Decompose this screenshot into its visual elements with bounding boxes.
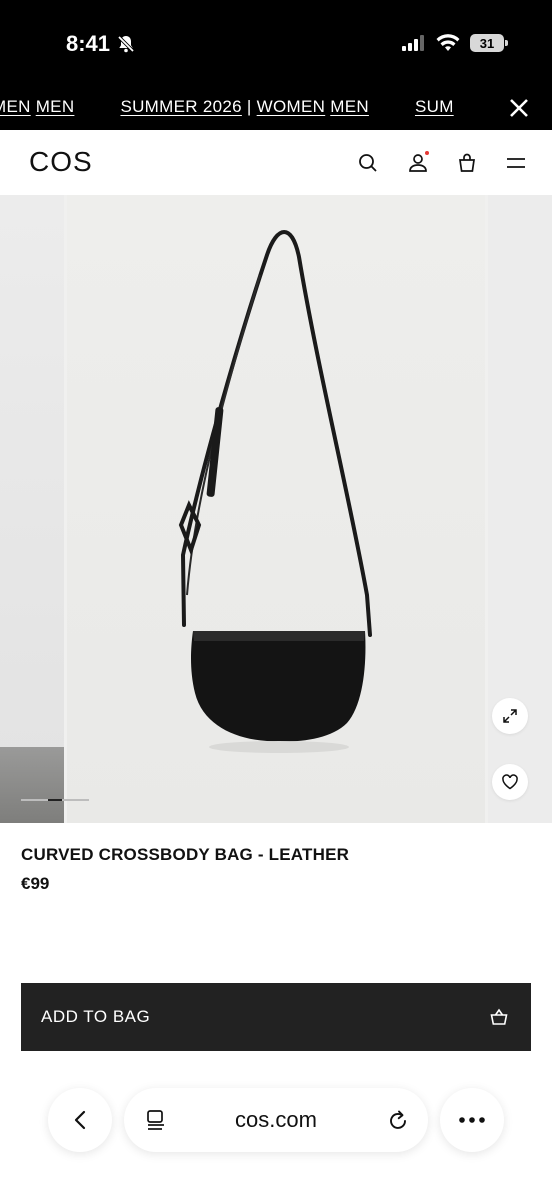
ticker-separator: | [246,97,252,116]
cellular-signal-icon [402,35,424,51]
basket-icon [490,1008,508,1025]
product-gallery[interactable] [0,195,552,823]
zoom-button[interactable] [492,698,528,734]
ticker-row: MEN MEN SUMMER 2026 | WOMEN MEN SUM [0,97,454,117]
ticker-link-men-1[interactable]: MEN [0,97,31,116]
address-url[interactable]: cos.com [235,1107,317,1133]
gallery-pagination-active [48,799,62,801]
address-bar[interactable]: cos.com [124,1088,428,1152]
reader-icon[interactable] [144,1108,168,1132]
product-image[interactable] [67,195,485,823]
menu-icon[interactable] [504,151,528,175]
back-button[interactable] [48,1088,112,1152]
chevron-left-icon [74,1110,86,1130]
battery-icon: 31 [470,34,508,52]
shopping-bag-icon[interactable] [455,151,479,175]
promo-ticker: MEN MEN SUMMER 2026 | WOMEN MEN SUM [0,90,552,130]
ticker-link-men-2[interactable]: MEN [36,97,75,116]
wifi-icon [436,34,460,51]
close-icon[interactable] [508,97,530,119]
site-header: COS [0,130,552,196]
ticker-link-summer-2[interactable]: SUM [415,97,454,116]
add-to-bag-label: ADD TO BAG [41,1007,151,1026]
heart-icon [502,774,518,790]
reload-icon[interactable] [386,1108,410,1132]
product-price: €99 [21,874,50,893]
product-name: CURVED CROSSBODY BAG - LEATHER [21,845,350,864]
status-bar: 8:41 31 [0,0,552,90]
floor-area [0,747,64,823]
more-dots-icon [459,1117,485,1123]
ticker-link-women[interactable]: WOMEN [257,97,326,116]
previous-product-image[interactable] [0,195,64,823]
battery-level: 31 [479,35,495,51]
clock-time: 8:41 [66,31,111,56]
ticker-link-men-3[interactable]: MEN [330,97,369,116]
expand-icon [503,709,517,723]
wishlist-button[interactable] [492,764,528,800]
browser-toolbar: cos.com [0,1072,552,1200]
crossbody-bag-illustration [178,230,372,753]
clock: 8:41 [66,31,136,57]
add-to-bag-button[interactable]: ADD TO BAG [21,983,531,1051]
account-notification-dot [425,151,429,155]
more-button[interactable] [440,1088,504,1152]
brand-logo[interactable]: COS [29,146,93,178]
gallery-pagination [21,799,89,801]
silent-bell-icon [117,35,135,53]
status-indicators: 31 [402,34,508,52]
ticker-track: MEN MEN SUMMER 2026 | WOMEN MEN SUM [0,90,490,130]
ticker-link-summer[interactable]: SUMMER 2026 [120,97,241,116]
search-icon[interactable] [356,151,380,175]
